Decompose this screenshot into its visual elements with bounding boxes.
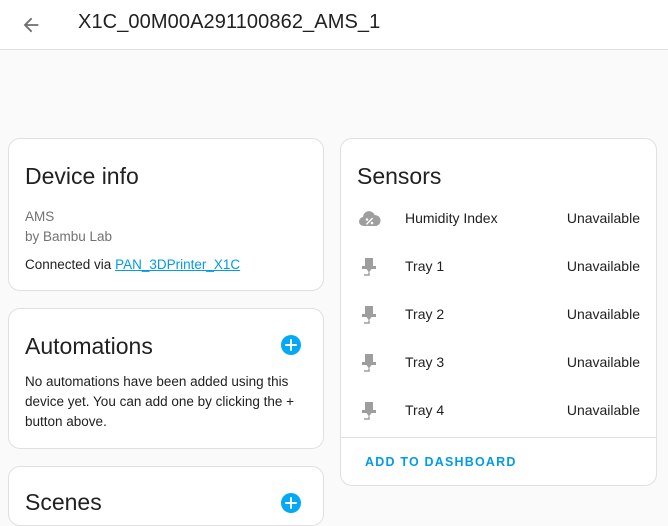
scenes-card: Scenes	[8, 466, 324, 526]
add-scene-button[interactable]	[281, 493, 301, 513]
device-info-title: Device info	[25, 163, 139, 189]
tray-icon	[362, 354, 376, 372]
sensor-state: Unavailable	[566, 354, 640, 370]
back-button[interactable]	[18, 12, 44, 38]
card-actions: ADD TO DASHBOARD	[341, 437, 656, 487]
sensor-name: Tray 2	[405, 306, 445, 322]
device-info-card: Device info AMS by Bambu Lab Connected v…	[8, 138, 324, 291]
sensor-row-tray-4[interactable]: Tray 4 Unavailable	[341, 386, 656, 434]
automations-empty-text: No automations have been added using thi…	[25, 374, 295, 429]
plus-icon	[285, 339, 297, 351]
plus-icon	[285, 497, 297, 509]
sensor-state: Unavailable	[566, 306, 640, 322]
tray-icon	[362, 402, 376, 420]
sensors-card: Sensors Humidity Index Unavailable Tray …	[340, 138, 657, 486]
sensor-state: Unavailable	[566, 210, 640, 226]
sensor-row-tray-3[interactable]: Tray 3 Unavailable	[341, 338, 656, 386]
sensor-name: Tray 1	[405, 258, 445, 274]
sensor-name: Tray 4	[405, 402, 445, 418]
arrow-left-icon	[23, 17, 39, 33]
automations-title: Automations	[25, 333, 153, 359]
sensor-state: Unavailable	[566, 402, 640, 418]
scenes-title: Scenes	[25, 489, 102, 515]
sensor-row-tray-2[interactable]: Tray 2 Unavailable	[341, 290, 656, 338]
sensors-title: Sensors	[357, 163, 442, 189]
sensor-row-humidity-index[interactable]: Humidity Index Unavailable	[341, 194, 656, 242]
sensor-name: Humidity Index	[405, 210, 498, 226]
connected-device-link[interactable]: PAN_3DPrinter_X1C	[115, 257, 240, 272]
add-automation-button[interactable]	[281, 335, 301, 355]
sensor-row-tray-1[interactable]: Tray 1 Unavailable	[341, 242, 656, 290]
tray-icon	[362, 306, 376, 324]
connected-via-label: Connected via	[25, 257, 116, 272]
device-manufacturer: by Bambu Lab	[25, 229, 113, 244]
automations-card: Automations No automations have been add…	[8, 308, 324, 449]
add-to-dashboard-button[interactable]: ADD TO DASHBOARD	[365, 455, 517, 469]
page-title: X1C_00M00A291100862_AMS_1	[78, 11, 381, 33]
humidity-icon	[359, 211, 381, 226]
sensor-name: Tray 3	[405, 354, 445, 370]
connected-via: Connected via PAN_3DPrinter_X1C	[25, 257, 240, 272]
tray-icon	[362, 258, 376, 276]
sensor-state: Unavailable	[566, 258, 640, 274]
top-app-bar: X1C_00M00A291100862_AMS_1	[0, 0, 668, 50]
device-model: AMS	[25, 209, 55, 224]
